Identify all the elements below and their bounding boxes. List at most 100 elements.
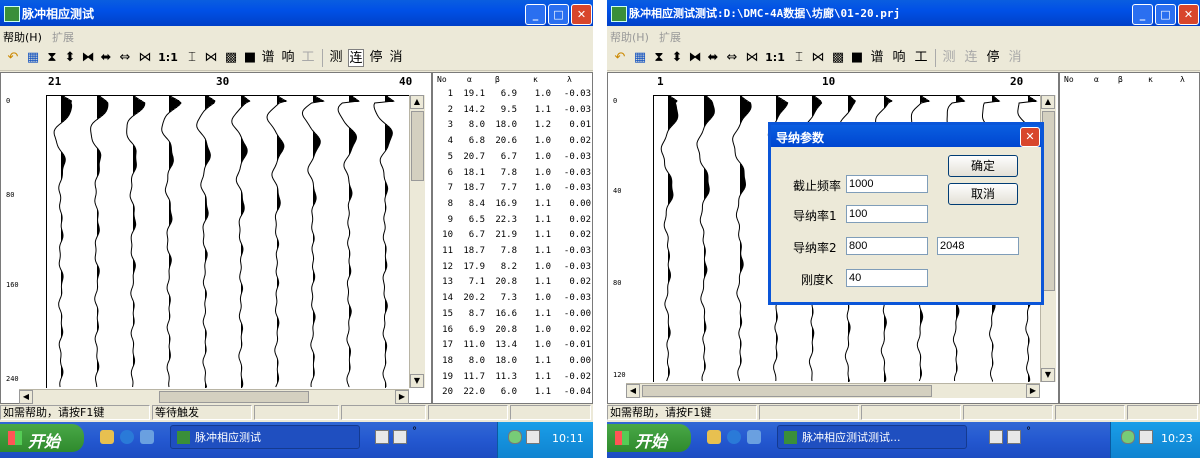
expand-horizontal-icon[interactable]: ⬌ xyxy=(98,49,114,67)
toolbar-response[interactable]: 响 xyxy=(891,49,907,67)
help-icon[interactable] xyxy=(393,430,407,444)
scroll-left-arrow[interactable]: ◀ xyxy=(626,384,640,398)
expand-vertical-icon[interactable]: ⬍ xyxy=(669,49,685,67)
zoom-horizontal-icon[interactable]: ⋈ xyxy=(809,49,827,67)
admittance-rate-2-input[interactable]: 800 xyxy=(846,237,928,255)
volume-icon[interactable] xyxy=(1139,430,1153,444)
media-icon[interactable] xyxy=(747,430,761,444)
browser-icon[interactable] xyxy=(120,430,134,444)
compress-vertical-icon[interactable]: ⧗ xyxy=(44,49,60,67)
help-icon[interactable] xyxy=(1007,430,1021,444)
horizontal-scrollbar[interactable]: ◀ ▶ xyxy=(626,383,1040,398)
cutoff-frequency-input[interactable]: 1000 xyxy=(846,175,928,193)
table-row: 11 18.7 7.8 1.1 -0.03 xyxy=(433,246,592,260)
toolbar-spectrum[interactable]: 谱 xyxy=(260,49,276,67)
scroll-up-arrow[interactable]: ▲ xyxy=(410,95,424,109)
save-icon[interactable]: ■ xyxy=(242,49,258,67)
cancel-button[interactable]: 取消 xyxy=(948,183,1018,205)
ratio-button[interactable]: 1:1 xyxy=(156,49,180,67)
volume-icon[interactable] xyxy=(526,430,540,444)
toolbar-clear[interactable]: 消 xyxy=(1007,49,1023,67)
tray-indicator-icon[interactable]: ° xyxy=(412,426,417,437)
expand-vertical-icon[interactable]: ⬍ xyxy=(62,49,78,67)
admittance-rate-1-input[interactable]: 100 xyxy=(846,205,928,223)
expand-horizontal-icon[interactable]: ⬌ xyxy=(705,49,721,67)
open-icon[interactable]: ↶ xyxy=(4,49,22,67)
menu-help[interactable]: 帮助(H) xyxy=(610,29,649,45)
table-icon[interactable]: ▦ xyxy=(24,49,42,67)
fit-width-icon[interactable]: ⋈ xyxy=(136,49,154,67)
dialog-close-button[interactable]: ✕ xyxy=(1020,127,1040,147)
scroll-thumb[interactable] xyxy=(411,111,424,181)
toolbar-work[interactable]: 工 xyxy=(300,49,316,67)
scroll-right-arrow[interactable]: ▶ xyxy=(1026,384,1040,398)
table-cell: -0.04 xyxy=(563,387,591,398)
keyboard-icon[interactable] xyxy=(375,430,389,444)
table-cell: 8.2 xyxy=(500,261,517,272)
fit-horizontal-icon[interactable]: ⇔ xyxy=(116,49,134,67)
toolbar-stop[interactable]: 停 xyxy=(368,49,384,67)
tray-indicator-icon[interactable]: ° xyxy=(1026,426,1031,437)
network-icon[interactable] xyxy=(508,430,522,444)
table-icon[interactable]: ▦ xyxy=(631,49,649,67)
keyboard-icon[interactable] xyxy=(989,430,1003,444)
scroll-thumb[interactable] xyxy=(159,391,309,403)
menu-extend[interactable]: 扩展 xyxy=(659,29,681,45)
compress-vertical-icon[interactable]: ⧗ xyxy=(651,49,667,67)
toolbar-continuous[interactable]: 连 xyxy=(963,49,979,67)
close-button[interactable]: ✕ xyxy=(1178,4,1199,25)
maximize-button[interactable]: □ xyxy=(548,4,569,25)
waveform-plot[interactable]: 21 30 40 0 80 160 240 ▲ ▼ ◀ ▶ xyxy=(0,72,432,404)
show-desktop-icon[interactable] xyxy=(100,430,114,444)
minimize-button[interactable]: _ xyxy=(1132,4,1153,25)
zoom-vertical-icon[interactable]: ⌶ xyxy=(791,49,807,67)
minimize-button[interactable]: _ xyxy=(525,4,546,25)
network-icon[interactable] xyxy=(1121,430,1135,444)
scroll-thumb[interactable] xyxy=(642,385,932,397)
toolbar-measure[interactable]: 测 xyxy=(328,49,344,67)
table-cell: 11.7 xyxy=(463,371,485,382)
scroll-down-arrow[interactable]: ▼ xyxy=(410,374,424,388)
ratio-button[interactable]: 1:1 xyxy=(763,49,787,67)
scroll-down-arrow[interactable]: ▼ xyxy=(1041,368,1055,382)
toolbar-clear[interactable]: 消 xyxy=(388,49,404,67)
toolbar-stop[interactable]: 停 xyxy=(985,49,1001,67)
fit-horizontal-icon[interactable]: ⇔ xyxy=(723,49,741,67)
close-button[interactable]: ✕ xyxy=(571,4,592,25)
save-icon[interactable]: ■ xyxy=(849,49,865,67)
toolbar-response[interactable]: 响 xyxy=(280,49,296,67)
ok-button[interactable]: 确定 xyxy=(948,155,1018,177)
stiffness-input[interactable]: 40 xyxy=(846,269,928,287)
toolbar-spectrum[interactable]: 谱 xyxy=(869,49,885,67)
table-cell: 1.0 xyxy=(534,183,551,194)
vertical-scrollbar[interactable]: ▲ ▼ xyxy=(409,95,425,388)
scroll-right-arrow[interactable]: ▶ xyxy=(395,390,409,404)
scroll-up-arrow[interactable]: ▲ xyxy=(1041,95,1055,109)
taskbar-window-button[interactable]: 脉冲相应测试 xyxy=(170,425,360,449)
open-icon[interactable]: ↶ xyxy=(611,49,629,67)
media-icon[interactable] xyxy=(140,430,154,444)
toolbar-measure[interactable]: 测 xyxy=(941,49,957,67)
start-button[interactable]: 开始 xyxy=(0,424,84,452)
fit-width-icon[interactable]: ⋈ xyxy=(743,49,761,67)
compress-horizontal-icon[interactable]: ⧓ xyxy=(80,49,96,67)
menu-extend[interactable]: 扩展 xyxy=(52,29,74,45)
compress-horizontal-icon[interactable]: ⧓ xyxy=(687,49,703,67)
toolbar-work[interactable]: 工 xyxy=(913,49,929,67)
zoom-horizontal-icon[interactable]: ⋈ xyxy=(202,49,220,67)
start-button[interactable]: 开始 xyxy=(607,424,691,452)
scroll-left-arrow[interactable]: ◀ xyxy=(19,390,33,404)
show-desktop-icon[interactable] xyxy=(707,430,721,444)
menu-help[interactable]: 帮助(H) xyxy=(3,29,42,45)
taskbar-window-button[interactable]: 脉冲相应测试测试... xyxy=(777,425,967,449)
admittance-rate-2b-input[interactable]: 2048 xyxy=(937,237,1019,255)
zoom-vertical-icon[interactable]: ⌶ xyxy=(184,49,200,67)
col-header-beta: β xyxy=(495,75,500,84)
table-cell: 0.02 xyxy=(569,324,591,335)
grid-icon[interactable]: ▩ xyxy=(829,49,847,67)
horizontal-scrollbar[interactable]: ◀ ▶ xyxy=(19,389,409,404)
grid-icon[interactable]: ▩ xyxy=(222,49,240,67)
toolbar-continuous[interactable]: 连 xyxy=(348,49,364,67)
maximize-button[interactable]: □ xyxy=(1155,4,1176,25)
browser-icon[interactable] xyxy=(727,430,741,444)
